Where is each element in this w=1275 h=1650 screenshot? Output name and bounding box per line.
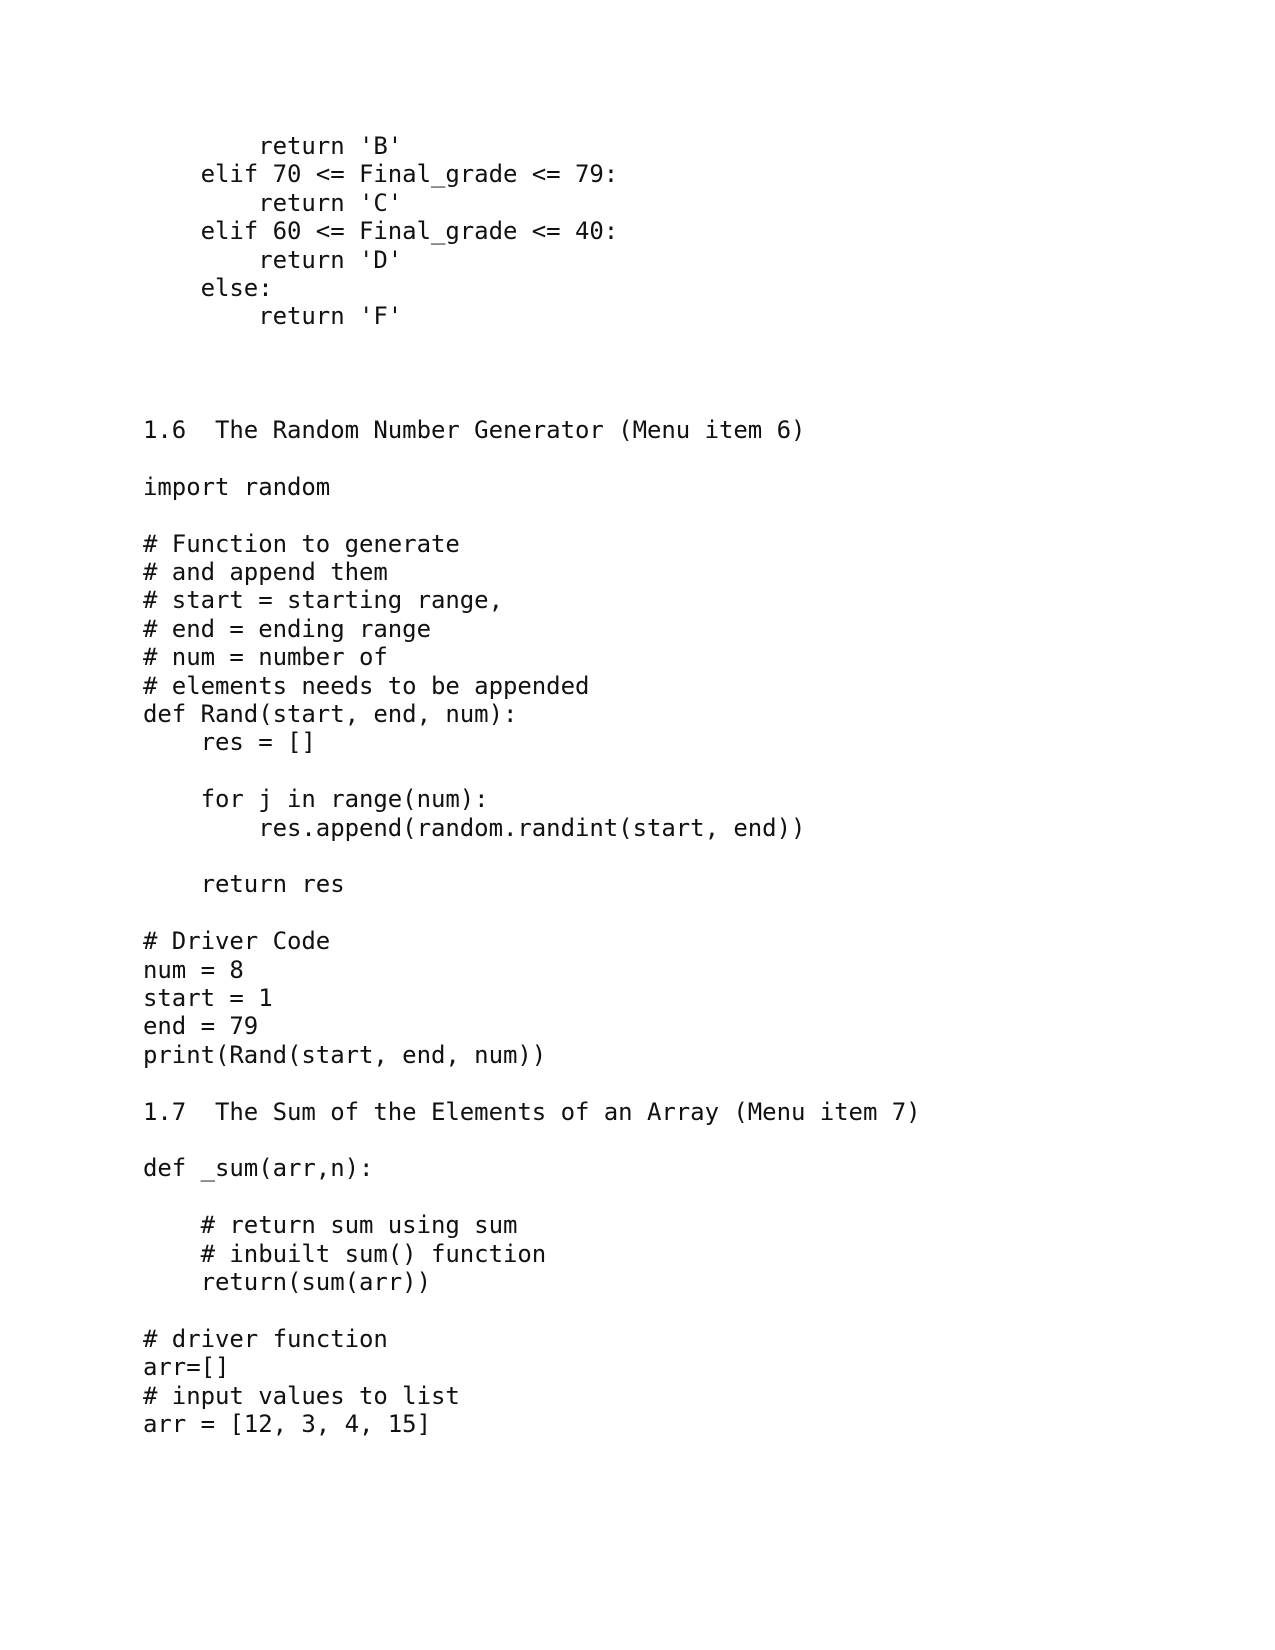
code-line: print(Rand(start, end, num)) <box>143 1040 547 1069</box>
code-line: end = 79 <box>143 1012 259 1041</box>
code-line: res.append(random.randint(start, end)) <box>258 813 806 842</box>
code-line: # num = number of <box>143 643 388 672</box>
code-line: # inbuilt sum() function <box>200 1239 547 1268</box>
code-line: return 'F' <box>258 302 403 331</box>
code-line: start = 1 <box>143 984 273 1013</box>
code-line: return(sum(arr)) <box>200 1268 431 1297</box>
code-line: # and append them <box>143 558 388 587</box>
code-line: return 'D' <box>258 245 403 274</box>
code-line: # input values to list <box>143 1381 460 1410</box>
code-line: # end = ending range <box>143 614 431 643</box>
code-line: elif 60 <= Final_grade <= 40: <box>200 217 619 246</box>
code-line: res = [] <box>200 728 316 757</box>
code-line: # return sum using sum <box>200 1211 518 1240</box>
code-line: arr = [12, 3, 4, 15] <box>143 1410 431 1439</box>
code-line: num = 8 <box>143 955 244 984</box>
code-line: # elements needs to be appended <box>143 671 590 700</box>
code-line: # start = starting range, <box>143 586 503 615</box>
code-line: return 'C' <box>258 188 403 217</box>
document-page: return 'B' elif 70 <= Final_grade <= 79:… <box>0 0 1275 1650</box>
code-line: for j in range(num): <box>200 785 489 814</box>
code-line: return 'B' <box>258 132 403 160</box>
code-line: elif 70 <= Final_grade <= 79: <box>200 160 619 189</box>
code-line: else: <box>200 274 273 303</box>
code-line: # driver function <box>143 1324 388 1353</box>
code-listing: return 'B' elif 70 <= Final_grade <= 79:… <box>143 132 1275 1439</box>
section-heading: 1.6 The Random Number Generator (Menu it… <box>143 416 806 445</box>
code-line: def _sum(arr,n): <box>143 1154 374 1183</box>
code-line: def Rand(start, end, num): <box>143 700 518 729</box>
section-heading: 1.7 The Sum of the Elements of an Array … <box>143 1097 921 1126</box>
code-line: import random <box>143 472 331 501</box>
code-line: # Function to generate <box>143 529 460 558</box>
code-line: # Driver Code <box>143 927 331 956</box>
code-line: return res <box>200 870 345 899</box>
code-line: arr=[] <box>143 1353 230 1382</box>
